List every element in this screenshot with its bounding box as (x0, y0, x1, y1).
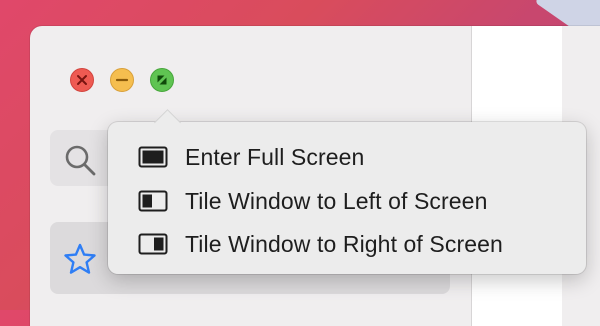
menu-item-label: Tile Window to Right of Screen (185, 231, 503, 257)
menu-item-enter-full-screen[interactable]: Enter Full Screen (108, 136, 586, 176)
close-window-button[interactable] (70, 68, 94, 92)
tile-right-icon (138, 233, 168, 255)
zoom-button-menu: Enter Full Screen Tile Window to Left of… (108, 109, 586, 274)
magnifying-glass-icon (65, 145, 96, 176)
menu-item-tile-right[interactable]: Tile Window to Right of Screen (108, 223, 586, 263)
minimize-window-button[interactable] (110, 68, 134, 92)
minus-icon (115, 78, 129, 82)
tile-left-icon (138, 190, 168, 212)
close-x-icon (77, 75, 87, 85)
menu-item-label: Enter Full Screen (185, 144, 365, 170)
zoom-window-button[interactable] (150, 68, 174, 92)
menu-item-label: Tile Window to Left of Screen (185, 188, 488, 214)
fullscreen-arrows-icon (157, 75, 167, 85)
menu-item-tile-left[interactable]: Tile Window to Left of Screen (108, 180, 586, 220)
star-icon (64, 243, 96, 274)
full-screen-icon (138, 146, 168, 168)
